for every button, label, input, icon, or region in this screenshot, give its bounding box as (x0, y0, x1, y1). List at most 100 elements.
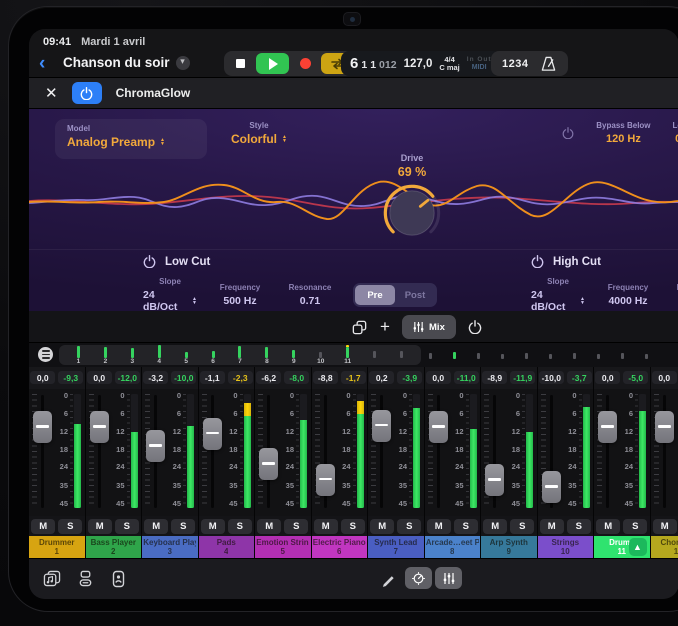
chevron-down-icon[interactable]: ▾ (176, 56, 190, 70)
fader-handle[interactable] (598, 411, 617, 443)
lowcut-power-icon[interactable] (143, 255, 156, 268)
back-chevron-icon[interactable]: ‹ (39, 52, 45, 76)
track-name-tile[interactable]: Drums 11 ▲ (594, 536, 650, 558)
track-name-tile[interactable]: Bass Player 2 (86, 536, 142, 558)
channel-strip: -10,0 -3,7 061218243545 M S Strings 10 (538, 367, 594, 558)
lowcut-resonance-control[interactable]: Resonance 0.71 (283, 283, 337, 307)
track-name-tile[interactable]: Pads 4 (199, 536, 255, 558)
solo-button[interactable]: S (397, 519, 421, 534)
drive-knob[interactable] (376, 181, 448, 245)
lowcut-frequency-control[interactable]: Frequency 500 Hz (213, 283, 267, 307)
style-select[interactable]: Style Colorful ▲▼ (231, 121, 287, 146)
lcd-display[interactable]: 6 1 1 012 127,0 4/4 C maj In Out MIDI (341, 51, 501, 76)
solo-button[interactable]: S (567, 519, 591, 534)
track-name-tile[interactable]: Synth Lead 7 (368, 536, 424, 558)
count-in-button[interactable]: 1234 (502, 58, 528, 70)
post-button[interactable]: Post (395, 285, 435, 305)
fader-scale-label: 18 (675, 445, 678, 454)
fader-handle[interactable] (316, 464, 335, 496)
mute-button[interactable]: M (483, 519, 507, 534)
solo-button[interactable]: S (171, 519, 195, 534)
lowcut-slope-select[interactable]: Slope 24 dB/Oct▲▼ (143, 277, 197, 311)
track-name-tile[interactable]: Drummer 1 (29, 536, 85, 558)
mute-button[interactable]: M (427, 519, 451, 534)
play-button[interactable] (256, 53, 289, 74)
loops-browser-button[interactable] (43, 570, 61, 587)
overview-offscreen-tracks[interactable] (429, 346, 648, 359)
add-button[interactable]: + (380, 315, 390, 339)
fader-handle[interactable] (485, 464, 504, 496)
fader-handle[interactable] (429, 411, 448, 443)
plugin-power-button[interactable] (72, 82, 102, 104)
record-button[interactable] (291, 53, 319, 74)
solo-button[interactable]: S (284, 519, 308, 534)
model-label: Model (67, 124, 195, 133)
track-name-tile[interactable]: Strings 10 (538, 536, 594, 558)
track-name-tile[interactable]: Electric Piano 6 (312, 536, 368, 558)
close-icon[interactable]: ✕ (45, 84, 58, 102)
stop-button[interactable] (226, 53, 254, 74)
fader-handle[interactable] (542, 471, 561, 503)
track-name-tile[interactable]: Arp Synth 9 (481, 536, 537, 558)
mute-button[interactable]: M (540, 519, 564, 534)
overview-track-meter (388, 345, 415, 365)
highcut-power-icon[interactable] (531, 255, 544, 268)
metronome-icon[interactable] (540, 56, 557, 72)
track-name-tile[interactable]: Chorus V 12 (651, 536, 678, 558)
fader-handle[interactable] (259, 448, 278, 480)
io-indicators: In Out MIDI (467, 56, 492, 72)
fader-handle[interactable] (203, 418, 222, 450)
controls-view-button[interactable] (405, 567, 432, 589)
mute-button[interactable]: M (653, 519, 677, 534)
edit-button[interactable] (381, 572, 396, 587)
collapse-chevron-icon[interactable]: ▲ (629, 538, 647, 556)
master-power-button[interactable] (468, 315, 482, 339)
highcut-slope-select[interactable]: Slope 24 dB/Oct▲▼ (531, 277, 585, 311)
song-title[interactable]: Chanson du soir ▾ (63, 55, 190, 70)
mute-button[interactable]: M (144, 519, 168, 534)
mix-button[interactable]: Mix (402, 315, 456, 339)
model-select[interactable]: Model Analog Preamp ▲▼ (55, 119, 207, 159)
fader-handle[interactable] (33, 411, 52, 443)
mute-button[interactable]: M (31, 519, 55, 534)
duplicate-button[interactable] (351, 315, 368, 339)
mute-button[interactable]: M (314, 519, 338, 534)
mute-button[interactable]: M (370, 519, 394, 534)
solo-button[interactable]: S (228, 519, 252, 534)
mute-button[interactable]: M (596, 519, 620, 534)
fader-handle[interactable] (655, 411, 674, 443)
controller-button[interactable] (111, 570, 126, 588)
signature-key: 4/4 C maj (439, 56, 459, 72)
solo-button[interactable]: S (454, 519, 478, 534)
solo-button[interactable]: S (623, 519, 647, 534)
highcut-resonance-control[interactable]: Resonance 0.71 (671, 283, 678, 307)
mixer-view-button[interactable] (435, 567, 462, 589)
track-name-tile[interactable]: Emotion Strings 5 (255, 536, 311, 558)
track-name-tile[interactable]: Keyboard Player 3 (142, 536, 198, 558)
pre-button[interactable]: Pre (355, 285, 395, 305)
drive-control: Drive 69 % (369, 153, 455, 245)
track-name: Emotion Strings (256, 538, 309, 547)
overview-visible-range[interactable]: 1234567891011 (59, 345, 421, 365)
solo-button[interactable]: S (58, 519, 82, 534)
scale-ticks (466, 394, 469, 508)
solo-button[interactable]: S (510, 519, 534, 534)
fader-handle[interactable] (146, 430, 165, 462)
solo-button[interactable]: S (341, 519, 365, 534)
mute-button[interactable]: M (201, 519, 225, 534)
track-name: Drummer (39, 538, 75, 547)
mute-button[interactable]: M (88, 519, 112, 534)
fader-scale-label: 6 (223, 409, 238, 418)
fader-track[interactable] (211, 395, 214, 508)
track-name-tile[interactable]: Arcade…eet Pad 8 (425, 536, 481, 558)
fader-handle[interactable] (90, 411, 109, 443)
mixer-overview-icon[interactable] (38, 347, 53, 362)
fader-handle[interactable] (372, 410, 391, 442)
library-button[interactable] (77, 570, 94, 587)
bypass-below-control[interactable]: Bypass Below 120 Hz (596, 121, 650, 145)
level-control[interactable]: Level 0.0 (673, 121, 678, 145)
bypass-power-icon[interactable] (562, 127, 574, 139)
mute-button[interactable]: M (257, 519, 281, 534)
solo-button[interactable]: S (115, 519, 139, 534)
highcut-frequency-control[interactable]: Frequency 4000 Hz (601, 283, 655, 307)
